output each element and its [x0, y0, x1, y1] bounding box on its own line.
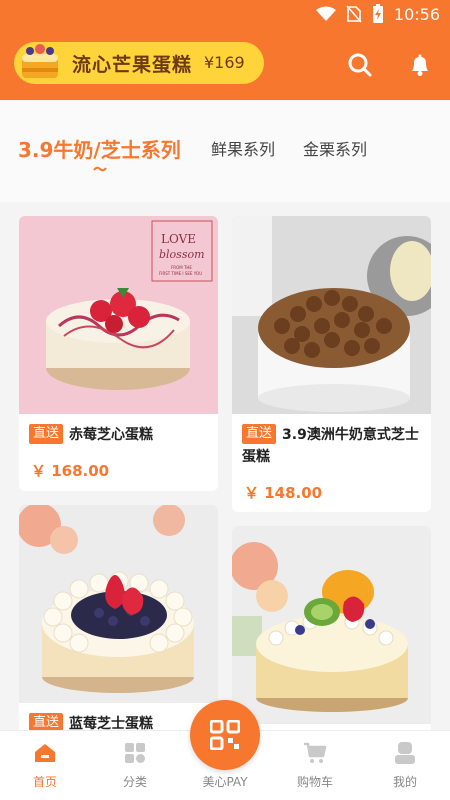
profile-icon	[395, 742, 415, 764]
nav-label-cart: 购物车	[296, 775, 333, 789]
promo-product-name: 流心芒果蛋糕	[72, 54, 193, 76]
product-card[interactable]: 直送 蓝莓芝士蛋糕	[19, 505, 218, 745]
product-name: 赤莓芝心蛋糕	[69, 427, 154, 443]
tab-fresh-fruit[interactable]: 鲜果系列	[211, 136, 275, 160]
category-tabs: 3.9牛奶/芝士系列 鲜果系列 金栗系列	[0, 100, 450, 202]
qr-pay-icon	[210, 720, 240, 750]
image-text-love: LOVE	[161, 232, 196, 246]
bell-icon[interactable]	[407, 52, 433, 78]
product-card[interactable]: LOVE blossom FROM THE FIRST TIME I SEE Y…	[19, 216, 218, 491]
tab-milk-cheese[interactable]: 3.9牛奶/芝士系列	[18, 134, 181, 163]
home-icon	[35, 744, 55, 762]
nav-label-pay: 美心PAY	[202, 775, 248, 789]
nav-home[interactable]: 首页	[0, 731, 90, 800]
product-price: ￥ 148.00	[244, 484, 323, 502]
promo-banner[interactable]: 流心芒果蛋糕 ¥169	[14, 42, 264, 84]
product-card[interactable]: 直送 3.9澳洲牛奶意式芝士蛋糕 ￥ 148.00	[232, 216, 431, 512]
nav-category[interactable]: 分类	[90, 731, 180, 800]
product-info: 直送 3.9澳洲牛奶意式芝士蛋糕	[232, 424, 431, 468]
product-info: 直送 赤莓芝心蛋糕	[19, 424, 218, 446]
product-image: LOVE blossom FROM THE FIRST TIME I SEE Y…	[19, 216, 218, 414]
status-time: 10:56	[393, 4, 440, 24]
status-bar: 10:56	[0, 0, 450, 30]
image-text-blossom: blossom	[159, 248, 205, 261]
product-image	[232, 216, 431, 414]
image-text-from: FROM THE	[171, 265, 192, 270]
battery-charging-icon	[372, 4, 383, 23]
status-icons: 10:56	[315, 4, 440, 24]
nav-cart[interactable]: 购物车	[270, 731, 360, 800]
wifi-icon	[315, 6, 336, 21]
active-tab-indicator	[93, 166, 107, 172]
tab-chestnut[interactable]: 金栗系列	[303, 136, 367, 160]
nav-label-home: 首页	[32, 775, 57, 789]
product-image	[19, 505, 218, 703]
product-image	[232, 526, 431, 724]
search-icon[interactable]	[347, 52, 373, 78]
category-icon	[125, 743, 145, 763]
cart-icon	[304, 742, 327, 763]
image-text-first-time: FIRST TIME I SEE YOU	[159, 271, 202, 276]
direct-delivery-badge: 直送	[29, 424, 64, 444]
pay-button[interactable]	[190, 700, 260, 770]
app-header: 流心芒果蛋糕 ¥169	[0, 30, 450, 100]
cake-icon	[22, 44, 58, 78]
promo-price: ¥169	[204, 53, 245, 72]
product-card[interactable]	[232, 526, 431, 745]
nav-profile[interactable]: 我的	[360, 731, 450, 800]
no-sim-icon	[346, 5, 362, 23]
direct-delivery-badge: 直送	[242, 424, 277, 444]
nav-label-category: 分类	[122, 775, 147, 789]
product-price: ￥ 168.00	[31, 462, 110, 480]
nav-label-profile: 我的	[392, 775, 417, 789]
